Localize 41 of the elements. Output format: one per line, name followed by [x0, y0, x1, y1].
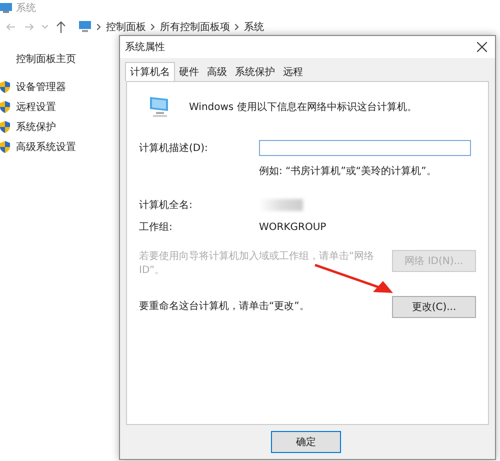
tab[interactable]: 系统保护: [231, 62, 279, 81]
field-label: 计算机全名:: [139, 198, 194, 212]
example-text: 例如: “书房计算机”或“美玲的计算机”。: [259, 164, 438, 178]
tab[interactable]: 硬件: [175, 62, 203, 81]
window-title: 系统: [16, 2, 36, 15]
intro-text: Windows 使用以下信息在网络中标识这台计算机。: [189, 100, 417, 114]
chevron-icon: [151, 24, 155, 30]
breadcrumb-item[interactable]: 控制面板: [106, 20, 146, 34]
sidebar-link[interactable]: 系统保护: [16, 120, 56, 134]
dropdown-icon[interactable]: [42, 25, 48, 29]
up-icon[interactable]: [56, 21, 66, 33]
description-field[interactable]: [259, 140, 471, 156]
back-icon[interactable]: [6, 22, 16, 32]
network-text: 若要使用向导将计算机加入域或工作组，请单击“网络 ID”。: [139, 250, 376, 278]
computer-icon: [78, 21, 92, 33]
sidebar-link[interactable]: 远程设置: [16, 100, 56, 114]
blurred-value: [259, 199, 303, 211]
rename-text: 要重命名这台计算机，请单击“更改”。: [139, 300, 310, 314]
ok-button[interactable]: 确定: [271, 431, 341, 453]
chevron-icon: [235, 24, 239, 30]
window-icon: [0, 3, 12, 13]
field-label: 工作组:: [139, 221, 174, 234]
sidebar-link[interactable]: 高级系统设置: [16, 140, 76, 154]
forward-icon[interactable]: [24, 22, 34, 32]
chevron-icon: [97, 24, 101, 30]
sidebar-link[interactable]: 设备管理器: [16, 80, 66, 94]
shield-icon: [0, 121, 10, 133]
tab[interactable]: 远程: [279, 62, 307, 81]
shield-icon: [0, 81, 10, 93]
computer-icon: [147, 95, 171, 119]
shield-icon: [0, 141, 10, 153]
field-label: 计算机描述(D):: [139, 142, 209, 155]
close-icon[interactable]: [477, 42, 487, 52]
breadcrumb-item[interactable]: 系统: [244, 20, 264, 34]
tab[interactable]: 高级: [203, 62, 231, 81]
change-button[interactable]: 更改(C)...: [392, 296, 476, 318]
tab[interactable]: 计算机名: [125, 62, 175, 81]
workgroup-value: WORKGROUP: [259, 222, 328, 232]
dialog-title: 系统属性: [125, 40, 165, 54]
shield-icon: [0, 101, 10, 113]
breadcrumb-item[interactable]: 所有控制面板项: [160, 20, 230, 34]
